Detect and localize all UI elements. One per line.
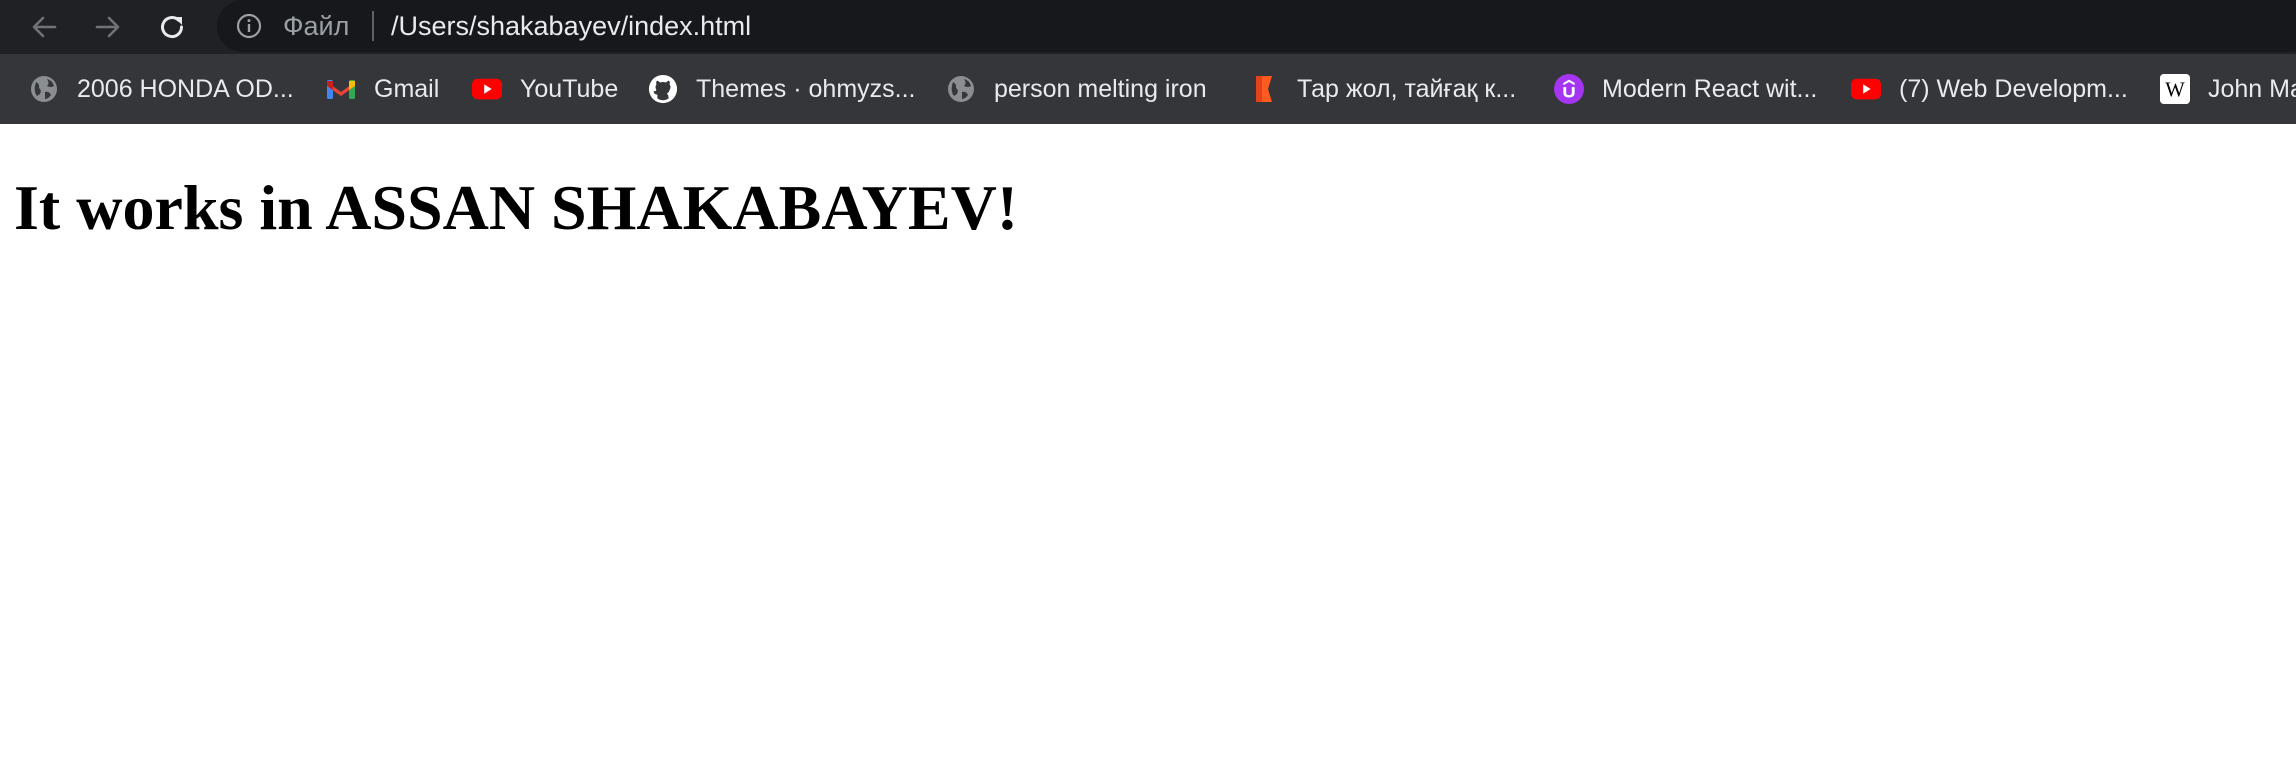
globe-icon <box>946 74 976 104</box>
address-bar[interactable]: Файл /Users/shakabayev/index.html <box>217 0 2296 52</box>
bookmark-person-melting-iron[interactable]: person melting iron <box>946 54 1207 124</box>
forward-button[interactable] <box>88 7 128 47</box>
url-text[interactable]: /Users/shakabayev/index.html <box>391 11 751 41</box>
bookmark-youtube[interactable]: YouTube <box>472 54 618 124</box>
youtube-icon <box>1851 74 1881 104</box>
bookmark-tar-zhol[interactable]: Тар жол, тайғақ к... <box>1249 54 1516 124</box>
arrow-left-icon <box>32 16 57 38</box>
bookmark-label: Тар жол, тайғақ к... <box>1297 75 1517 103</box>
globe-icon <box>29 74 59 104</box>
bookmark-label: Modern React wit... <box>1602 75 1818 103</box>
svg-text:W: W <box>2165 80 2185 102</box>
bookmark-honda[interactable]: 2006 HONDA OD... <box>29 54 294 124</box>
info-icon[interactable] <box>236 13 262 39</box>
bookmarks-bar: 2006 HONDA OD... Gmail YouTube Themes · … <box>0 54 2296 124</box>
github-icon <box>648 74 678 104</box>
gmail-icon <box>326 74 356 104</box>
bookmark-web-development[interactable]: (7) Web Developm... <box>1851 54 2128 124</box>
bookmark-label: Themes · ohmyzs... <box>696 75 916 103</box>
arrow-right-icon <box>95 16 120 38</box>
bookmark-label: 2006 HONDA OD... <box>77 75 294 103</box>
wikipedia-icon: W <box>2160 74 2190 104</box>
bookmark-modern-react[interactable]: Modern React wit... <box>1554 54 1817 124</box>
scheme-label: Файл <box>283 11 350 41</box>
udemy-icon <box>1554 74 1584 104</box>
bookmark-label: (7) Web Developm... <box>1899 75 2128 103</box>
back-button[interactable] <box>24 7 64 47</box>
bookmark-themes[interactable]: Themes · ohmyzs... <box>648 54 916 124</box>
bookmark-john-ma[interactable]: W John Ma <box>2160 54 2296 124</box>
bookmark-label: person melting iron <box>994 75 1207 103</box>
bookmark-k-icon <box>1249 74 1279 104</box>
bookmark-gmail[interactable]: Gmail <box>326 54 439 124</box>
bookmark-label: John Ma <box>2208 75 2296 103</box>
youtube-icon <box>472 74 502 104</box>
bookmark-label: Gmail <box>374 75 440 103</box>
omnibox-divider <box>372 11 374 41</box>
bookmark-label: YouTube <box>520 75 619 103</box>
page-content: It works in ASSAN SHAKABAYEV! <box>0 126 2296 764</box>
reload-button[interactable] <box>152 7 192 47</box>
browser-toolbar: Файл /Users/shakabayev/index.html <box>0 0 2296 54</box>
reload-icon <box>161 16 184 39</box>
page-heading: It works in ASSAN SHAKABAYEV! <box>14 172 1019 243</box>
